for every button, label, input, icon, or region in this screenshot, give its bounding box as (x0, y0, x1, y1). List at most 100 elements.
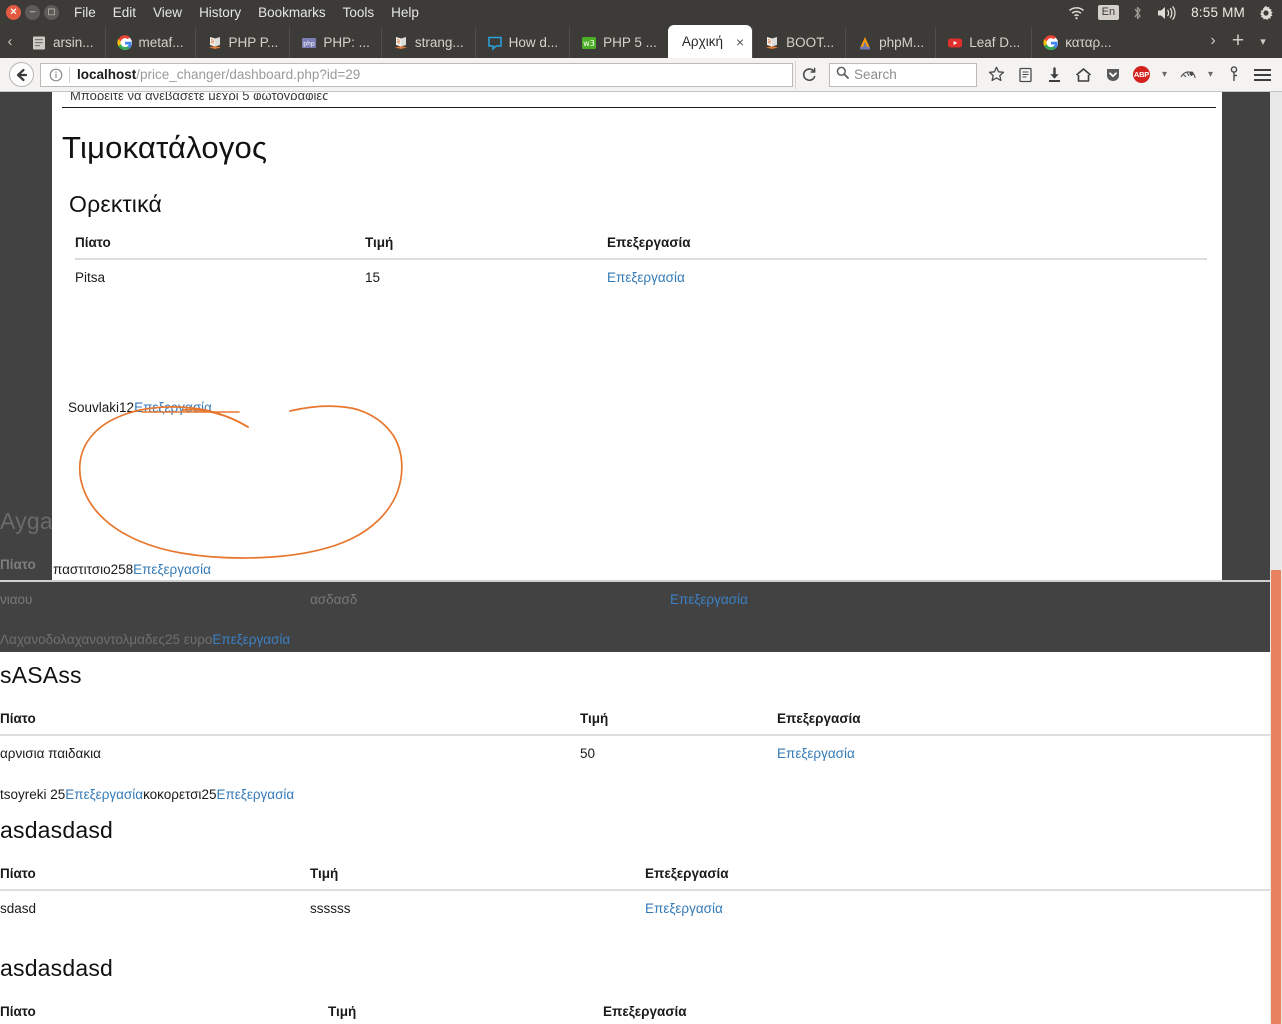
edit-link[interactable]: Επεξεργασία (134, 400, 212, 415)
tab-phpmyadmin[interactable]: phpM... (845, 27, 935, 58)
col-edit: Επεξεργασία (603, 1000, 1270, 1024)
tab-label: καταρ... (1065, 35, 1112, 50)
php-book-icon (766, 36, 779, 49)
col-edit: Επεξεργασία (607, 231, 1207, 260)
tab-how-d[interactable]: How d... (474, 27, 570, 58)
menu-view[interactable]: View (153, 5, 182, 20)
table-header-row: Πίατο Τιμή Επεξεργασία (75, 231, 1207, 260)
edit-link[interactable]: Επεξεργασία (607, 270, 685, 285)
menu-table: Πίατο Τιμή Επεξεργασία αρνισια παιδακια … (0, 707, 1270, 770)
gear-icon[interactable] (1258, 5, 1274, 21)
toolbar-icon-group: ABP ▾ ▾ (983, 61, 1276, 89)
page-info-icon[interactable] (45, 68, 69, 82)
section-asdasdasd-1: asdasdasd Πίατο Τιμή Επεξεργασία sdasd s… (0, 807, 1270, 945)
table-header-row: Πίατο Τιμή Επεξεργασία (0, 707, 1270, 736)
tab-strang[interactable]: strang... (380, 27, 475, 58)
bookmark-star-icon[interactable] (983, 61, 1010, 89)
cell-price: ασδασδ (310, 592, 358, 607)
adblock-chevron-down-icon[interactable]: ▾ (1157, 61, 1172, 89)
page-title: Τιμοκατάλογος (62, 130, 268, 165)
inline-dish: tsoyreki (0, 787, 51, 802)
reload-button[interactable] (795, 60, 822, 89)
reader-library-icon[interactable] (1012, 61, 1039, 89)
col-dish: Πίατο (75, 231, 365, 260)
tab-label: Αρχική (681, 34, 723, 49)
tab-katar[interactable]: καταρ... (1031, 27, 1122, 58)
phpmyadmin-icon (860, 36, 871, 49)
scrollbar-thumb[interactable] (1271, 570, 1281, 1024)
youtube-icon (948, 38, 963, 47)
window-maximize-button[interactable]: ◻ (44, 5, 59, 20)
list-all-tabs-icon[interactable]: ▾ (1252, 28, 1274, 54)
tab-leaf-d[interactable]: Leaf D... (935, 27, 1031, 58)
browser-navigation-toolbar: localhost/price_changer/dashboard.php?id… (0, 58, 1282, 92)
edit-link[interactable]: Επεξεργασία (777, 746, 855, 761)
menu-edit[interactable]: Edit (113, 5, 136, 20)
col-edit: Επεξεργασία (777, 707, 1270, 736)
section-asdasdasd-2: asdasdasd Πίατο Τιμή Επεξεργασία (0, 945, 1270, 1024)
tab-php5[interactable]: w3 PHP 5 ... (569, 27, 668, 58)
page-viewport: Ayga Πίατο Τιμή Επεξεργασία νιαου ασδασδ… (0, 92, 1282, 1024)
wifi-icon[interactable] (1068, 6, 1085, 20)
col-price: Τιμή (328, 1000, 603, 1024)
downloads-icon[interactable] (1041, 61, 1068, 89)
pocket-shield-icon[interactable] (1099, 61, 1126, 89)
close-icon[interactable]: × (736, 35, 744, 49)
tab-scroll-right-icon[interactable]: › (1202, 28, 1224, 54)
back-button[interactable] (6, 61, 36, 89)
svg-text:w3: w3 (583, 39, 595, 48)
menu-bookmarks[interactable]: Bookmarks (258, 5, 326, 20)
tab-strip-controls: › + ▾ (1198, 28, 1282, 58)
edit-link[interactable]: Επεξεργασία (212, 632, 290, 647)
edit-link[interactable]: Επεξεργασία (645, 901, 723, 916)
page-scrollbar[interactable] (1270, 92, 1282, 1024)
keyboard-layout-indicator[interactable]: En (1097, 5, 1120, 20)
google-icon (116, 34, 132, 50)
volume-icon[interactable] (1156, 5, 1178, 21)
table-row: νιαου ασδασδ Επεξεργασία (0, 581, 1270, 616)
new-tab-button[interactable]: + (1227, 28, 1249, 54)
table-row: αρνισια παιδακια 50 Επεξεργασία (0, 735, 1270, 770)
url-bar[interactable]: localhost/price_changer/dashboard.php?id… (40, 62, 793, 87)
home-icon[interactable] (1070, 61, 1097, 89)
window-minimize-button[interactable]: – (25, 5, 40, 20)
tab-label: strang... (414, 35, 464, 50)
menu-hamburger-icon[interactable] (1249, 61, 1276, 89)
tab-arsin[interactable]: arsin... (20, 27, 105, 58)
w3schools-icon: w3 (582, 36, 597, 49)
clock[interactable]: 8:55 MM (1191, 5, 1245, 20)
menu-tools[interactable]: Tools (343, 5, 375, 20)
tab-boot[interactable]: BOOT... (752, 27, 845, 58)
edit-link[interactable]: Επεξεργασία (65, 787, 143, 802)
section-title: sASAss (0, 662, 82, 688)
window-close-button[interactable]: ✕ (6, 5, 21, 20)
tab-metaf[interactable]: metaf... (104, 27, 195, 58)
pin-key-icon[interactable] (1220, 61, 1247, 89)
table-row: Pitsa 15 Επεξεργασία (75, 259, 1207, 294)
edit-link[interactable]: Επεξεργασία (670, 592, 748, 607)
edit-link[interactable]: Επεξεργασία (133, 562, 211, 577)
col-edit: Επεξεργασία (645, 862, 1270, 891)
tab-scroll-left-icon[interactable]: ‹ (0, 25, 20, 58)
window-controls: ✕ – ◻ (0, 5, 66, 20)
tab-label: Leaf D... (969, 35, 1021, 50)
menu-help[interactable]: Help (391, 5, 419, 20)
adblock-plus-icon[interactable]: ABP (1128, 61, 1155, 89)
addon-icon[interactable] (1174, 61, 1201, 89)
bluetooth-icon[interactable] (1132, 5, 1143, 21)
menu-table: Πίατο Τιμή Επεξεργασία (0, 1000, 1270, 1024)
tab-label: BOOT... (786, 35, 835, 50)
tab-php-p[interactable]: PHP P... (194, 27, 290, 58)
menu-history[interactable]: History (199, 5, 241, 20)
menu-file[interactable]: File (74, 5, 96, 20)
addon-chevron-down-icon[interactable]: ▾ (1203, 61, 1218, 89)
search-input[interactable]: Search (829, 62, 977, 87)
google-icon (1043, 34, 1059, 50)
php-book-icon (394, 36, 407, 49)
tab-php-colon[interactable]: php PHP: ... (289, 27, 381, 58)
cell-dish: sdasd (0, 901, 37, 916)
edit-link[interactable]: Επεξεργασία (216, 787, 294, 802)
inline-price: 25 (50, 787, 66, 802)
inline-row: Λαχανοδολαχανοντολμαδες25 ευροΕπεξεργασί… (0, 632, 1270, 647)
tab-arxiki[interactable]: Αρχική × (667, 25, 753, 58)
